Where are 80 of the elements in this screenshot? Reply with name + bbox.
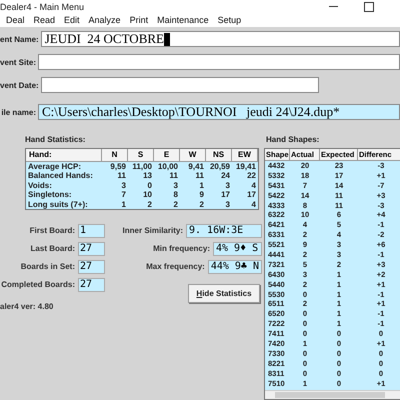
section-title: Hand Statistics:: [25, 135, 86, 144]
input-field[interactable]: JEUDI 24 OCTOBRE: [40, 31, 400, 47]
table-cell-text: Average HCP:: [27, 162, 82, 172]
input-field[interactable]: [38, 54, 400, 70]
table-cell-text: Long suits (7+):: [27, 200, 89, 209]
table-cell-text: 4: [250, 200, 257, 209]
column-header: NS: [206, 149, 232, 162]
table-cell-text: 3: [172, 180, 179, 190]
table-cell-text: 19,41: [234, 162, 257, 172]
field-label: Boards in Set:: [20, 262, 76, 272]
field-label: ent Name:: [0, 34, 40, 44]
table-cell-text: 2: [198, 200, 205, 209]
table-cell-text: 17: [220, 190, 231, 200]
table-cell-text: 17: [246, 190, 257, 200]
input-field[interactable]: 27: [78, 278, 105, 292]
input-field[interactable]: 44% 9♣ N: [208, 260, 262, 274]
table-cell-text: Singletons:: [27, 190, 73, 200]
table-cell-text: 3: [224, 180, 231, 190]
table-cell-text: 3: [120, 180, 127, 190]
field-label: Last Board:: [30, 244, 76, 254]
table-cell-text: 11,00: [131, 162, 153, 172]
window-title: Dealer4 - Main Menu: [0, 2, 84, 12]
column-header: EW: [232, 149, 258, 162]
input-field[interactable]: [40, 77, 319, 93]
column-header: Hand:: [26, 149, 102, 162]
menu-item[interactable]: Edit: [64, 15, 80, 26]
horizontal-scrollbar[interactable]: [265, 390, 400, 399]
column-header: E: [154, 149, 180, 162]
column-header: S: [128, 149, 154, 162]
table-cell-text: 13: [142, 171, 153, 181]
field-label: Max frequency:: [146, 262, 206, 272]
field-label: Inner Similarity:: [122, 226, 184, 236]
input-field[interactable]: 9. 16W:3E: [186, 224, 262, 238]
input-field[interactable]: C:\Users\charles\Desktop\TOURNOI jeudi 24\J24.dup*: [38, 104, 400, 120]
table-cell-text: 4: [250, 180, 257, 190]
table-cell-text: 9,41: [187, 162, 205, 172]
table-cell-text: 10,00: [156, 162, 179, 172]
column-header: N: [102, 149, 128, 162]
table-cell-text: 8: [172, 190, 179, 200]
field-label: vent Site:: [0, 58, 38, 66]
field-label: Min frequency:: [153, 244, 211, 254]
hide-statistics-button[interactable]: Hide Statistics: [188, 284, 260, 303]
input-field[interactable]: 27: [78, 242, 105, 256]
menu-item[interactable]: Maintenance: [157, 15, 209, 26]
table-cell-text: 11: [194, 171, 205, 181]
table-cell-text: 3: [224, 200, 231, 209]
table-cell-text: 20,59: [208, 162, 231, 172]
table-cell-text: 9,59: [109, 162, 127, 172]
table-cell-text: 24: [220, 171, 231, 181]
table-cell-text: 11: [168, 171, 179, 181]
table-cell-text: 2: [172, 200, 179, 209]
menu-item[interactable]: Deal: [6, 15, 25, 26]
field-label: Completed Boards:: [0, 280, 76, 290]
table-cell-text: 1: [198, 180, 205, 190]
input-field[interactable]: 4% 9♦ S: [213, 242, 262, 256]
table-cell-text: 2: [146, 200, 153, 209]
text-cursor: [164, 32, 170, 46]
table-cell-text: 0: [146, 180, 153, 190]
table-cell-text: Balanced Hands:: [27, 171, 94, 181]
table-cell-text: 1: [120, 200, 127, 209]
input-field[interactable]: 27: [78, 260, 105, 274]
menu-item[interactable]: Read: [34, 15, 56, 26]
section-title: Hand Shapes:: [266, 135, 320, 144]
input-field[interactable]: 1: [78, 224, 105, 238]
table-cell-text: 22: [246, 171, 257, 181]
table-cell-text: 10: [142, 190, 153, 200]
field-label: ile name:: [0, 108, 37, 116]
field-label: vent Date:: [0, 80, 40, 90]
table-cell-text: 9: [198, 190, 205, 200]
table-cell-text: Voids:: [27, 180, 53, 190]
table-cell-text: 11: [116, 171, 127, 181]
maximize-icon[interactable]: [364, 2, 374, 12]
minimize-icon[interactable]: [329, 6, 338, 8]
menu-item[interactable]: Print: [130, 15, 148, 26]
version-text: aler4 ver: 4.80: [0, 302, 54, 311]
field-label: First Board:: [28, 226, 76, 236]
menu-item[interactable]: Setup: [218, 15, 242, 26]
menu-item[interactable]: Analyze: [88, 15, 121, 26]
table-cell-text: 7: [120, 190, 127, 200]
column-header: W: [180, 149, 206, 162]
